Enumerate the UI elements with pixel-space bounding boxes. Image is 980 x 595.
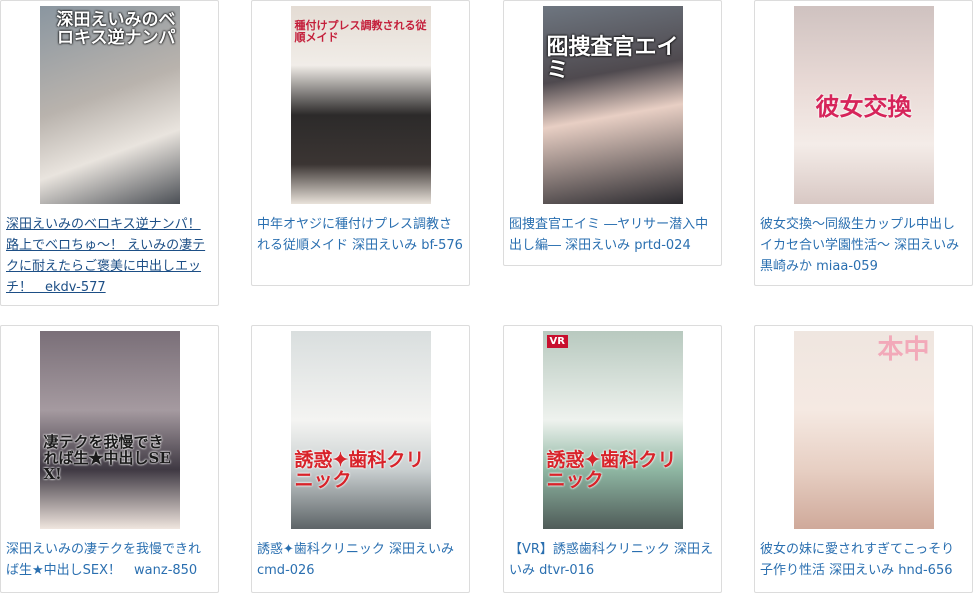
cover-title: 凄テクを我慢できれば生★中出しSEX! bbox=[43, 433, 171, 483]
video-thumbnail[interactable]: 凄テクを我慢できれば生★中出しSEX! bbox=[39, 331, 180, 529]
cover-title: 誘惑✦歯科クリニック bbox=[546, 449, 677, 491]
cover-title: 囮捜査官エイミ bbox=[546, 34, 679, 84]
video-card[interactable]: 種付けプレス調教される従順メイド 中年オヤジに種付けプレス調教される従順メイド … bbox=[251, 0, 470, 286]
cover-title: 深田えいみのベロキス逆ナンパ bbox=[56, 10, 176, 48]
video-thumbnail[interactable]: 深田えいみのベロキス逆ナンパ bbox=[39, 6, 180, 204]
video-title-link[interactable]: 彼女の妹に愛されすぎてこっそり子作り性活 深田えいみ hnd-656 bbox=[759, 539, 968, 581]
cover-title: 彼女交換 bbox=[815, 92, 912, 121]
video-thumbnail[interactable]: 誘惑✦歯科クリニック bbox=[290, 331, 431, 529]
video-thumbnail[interactable]: 本中 bbox=[793, 331, 934, 529]
video-thumbnail[interactable]: 種付けプレス調教される従順メイド bbox=[290, 6, 431, 204]
vr-badge: VR bbox=[546, 335, 568, 348]
cover-title: 種付けプレス調教される従順メイド bbox=[294, 19, 427, 44]
video-card[interactable]: 深田えいみのベロキス逆ナンパ 深田えいみのベロキス逆ナンパ！路上でベロちゅ～！ … bbox=[0, 0, 219, 306]
video-title-link[interactable]: 囮捜査官エイミ ―ヤリサー潜入中出し編― 深田えいみ prtd-024 bbox=[508, 214, 717, 256]
video-title-link[interactable]: 誘惑✦歯科クリニック 深田えいみ cmd-026 bbox=[256, 539, 465, 581]
video-thumbnail[interactable]: 囮捜査官エイミ bbox=[542, 6, 683, 204]
video-grid: 深田えいみのベロキス逆ナンパ 深田えいみのベロキス逆ナンパ！路上でベロちゅ～！ … bbox=[0, 0, 980, 595]
video-card[interactable]: 彼女交換 彼女交換～同級生カップル中出しイカセ合い学園性活～ 深田えいみ 黒崎み… bbox=[754, 0, 973, 286]
video-title-link[interactable]: 彼女交換～同級生カップル中出しイカセ合い学園性活～ 深田えいみ 黒崎みか mia… bbox=[759, 214, 968, 277]
video-title-link[interactable]: 中年オヤジに種付けプレス調教される従順メイド 深田えいみ bf-576 bbox=[256, 214, 465, 256]
video-card[interactable]: 本中 彼女の妹に愛されすぎてこっそり子作り性活 深田えいみ hnd-656 bbox=[754, 325, 973, 593]
video-title-link[interactable]: 深田えいみの凄テクを我慢できれば生★中出しSEX！ wanz-850 bbox=[5, 539, 214, 581]
cover-title: 誘惑✦歯科クリニック bbox=[294, 449, 425, 491]
video-card[interactable]: 囮捜査官エイミ 囮捜査官エイミ ―ヤリサー潜入中出し編― 深田えいみ prtd-… bbox=[503, 0, 722, 266]
video-title-link[interactable]: 【VR】誘惑歯科クリニック 深田えいみ dtvr-016 bbox=[508, 539, 717, 581]
video-thumbnail[interactable]: VR 誘惑✦歯科クリニック bbox=[542, 331, 683, 529]
video-card[interactable]: 凄テクを我慢できれば生★中出しSEX! 深田えいみの凄テクを我慢できれば生★中出… bbox=[0, 325, 219, 593]
cover-title: 本中 bbox=[877, 335, 930, 365]
video-title-link[interactable]: 深田えいみのベロキス逆ナンパ！路上でベロちゅ～！ えいみの凄テクに耐えたらご褒美… bbox=[5, 214, 214, 298]
video-card[interactable]: VR 誘惑✦歯科クリニック 【VR】誘惑歯科クリニック 深田えいみ dtvr-0… bbox=[503, 325, 722, 593]
video-thumbnail[interactable]: 彼女交換 bbox=[793, 6, 934, 204]
video-card[interactable]: 誘惑✦歯科クリニック 誘惑✦歯科クリニック 深田えいみ cmd-026 bbox=[251, 325, 470, 593]
